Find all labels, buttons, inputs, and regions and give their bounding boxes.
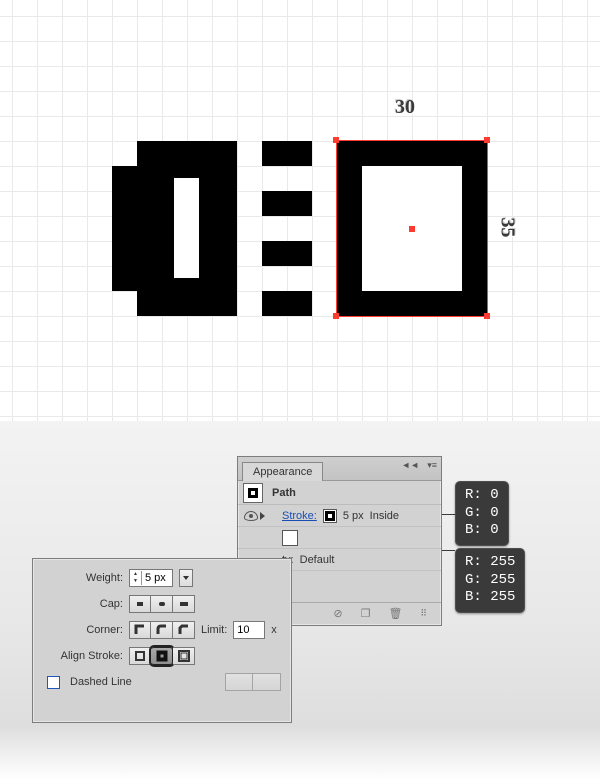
weight-dropdown[interactable] <box>179 569 193 587</box>
align-outside-icon <box>177 649 191 663</box>
corner-miter-icon <box>133 623 147 637</box>
align-center-button[interactable] <box>129 647 151 665</box>
corner-round-icon <box>155 623 169 637</box>
stroke-color-swatch[interactable] <box>323 509 337 523</box>
stroke-align-value: Inside <box>370 510 399 522</box>
weight-label: Weight: <box>43 572 123 584</box>
stroke-link[interactable]: Stroke: <box>282 510 317 522</box>
selection-handle[interactable] <box>484 313 490 319</box>
cap-square-icon <box>177 597 191 611</box>
trash-icon[interactable]: 🗑 <box>388 607 402 620</box>
dimension-height: 35 <box>496 218 519 238</box>
cap-round-button[interactable] <box>151 595 173 613</box>
corner-bevel-button[interactable] <box>173 621 195 639</box>
shape-segment <box>262 241 312 266</box>
cap-group <box>129 595 195 613</box>
align-inside-button[interactable] <box>151 647 173 665</box>
object-thumb <box>244 484 262 502</box>
fill-color-swatch[interactable] <box>282 530 298 546</box>
corner-label: Corner: <box>43 624 123 636</box>
dashed-line-label: Dashed Line <box>70 676 132 688</box>
shape-segment <box>262 191 312 216</box>
rgb-stroke-b: B: 0 <box>465 522 499 540</box>
no-icon[interactable]: ⊘ <box>333 607 342 620</box>
cap-butt-button[interactable] <box>129 595 151 613</box>
corner-round-button[interactable] <box>151 621 173 639</box>
selection-center[interactable] <box>409 226 415 232</box>
limit-input[interactable] <box>233 621 265 639</box>
visibility-icon[interactable] <box>244 509 258 523</box>
cap-label: Cap: <box>43 598 123 610</box>
corner-group <box>129 621 195 639</box>
stroke-weight-value: 5 px <box>343 510 364 522</box>
stepper-up-icon[interactable]: ▲ <box>130 571 141 578</box>
dashed-line-checkbox[interactable] <box>47 676 60 689</box>
shape-cap <box>112 166 137 291</box>
object-label: Path <box>272 487 296 499</box>
artwork-stage <box>112 141 490 316</box>
appearance-object-row[interactable]: Path <box>238 481 441 505</box>
align-center-icon <box>133 649 147 663</box>
shape-segment <box>262 141 312 166</box>
rgb-fill-r: R: 255 <box>465 554 515 572</box>
duplicate-icon[interactable]: ❐ <box>361 607 371 620</box>
selection-handle[interactable] <box>484 137 490 143</box>
artboard-canvas[interactable]: 30 35 <box>0 0 600 421</box>
rgb-fill-b: B: 255 <box>465 589 515 607</box>
tab-appearance[interactable]: Appearance <box>242 462 323 481</box>
disclosure-icon[interactable] <box>260 512 265 520</box>
weight-stepper[interactable]: ▲▼ <box>129 569 173 587</box>
selection-handle[interactable] <box>333 313 339 319</box>
align-stroke-label: Align Stroke: <box>43 650 123 662</box>
corner-miter-button[interactable] <box>129 621 151 639</box>
panels-area: R: 0 G: 0 B: 0 R: 255 G: 255 B: 255 Appe… <box>0 421 600 780</box>
align-outside-button[interactable] <box>173 647 195 665</box>
dash-option-button[interactable] <box>253 673 281 691</box>
rgb-fill-g: G: 255 <box>465 572 515 590</box>
weight-input[interactable] <box>142 572 172 584</box>
align-inside-icon <box>155 649 169 663</box>
stroke-panel[interactable]: Weight: ▲▼ Cap: Corner: Limit: <box>32 558 292 723</box>
rgb-stroke-g: G: 0 <box>465 505 499 523</box>
appearance-fill-row[interactable] <box>238 527 441 549</box>
cap-square-button[interactable] <box>173 595 195 613</box>
dimension-width: 30 <box>395 96 415 119</box>
selection-handle[interactable] <box>333 137 339 143</box>
corner-bevel-icon <box>177 623 191 637</box>
panel-menu-icon[interactable]: ▾≡ <box>427 460 437 471</box>
stepper-down-icon[interactable]: ▼ <box>130 578 141 585</box>
shape-segment <box>262 291 312 316</box>
panel-collapse-icon[interactable]: ◄◄ <box>401 460 419 471</box>
rgb-fill-tag: R: 255 G: 255 B: 255 <box>455 548 525 613</box>
cap-round-icon <box>155 597 169 611</box>
rgb-stroke-r: R: 0 <box>465 487 499 505</box>
resize-grip-icon[interactable]: ⠿ <box>420 608 427 619</box>
dash-option-button[interactable] <box>225 673 253 691</box>
rgb-stroke-tag: R: 0 G: 0 B: 0 <box>455 481 509 546</box>
cap-butt-icon <box>133 597 147 611</box>
limit-label: Limit: <box>201 624 227 636</box>
limit-suffix: x <box>271 624 277 636</box>
panel-tabbar: Appearance ◄◄ ▾≡ <box>238 457 441 481</box>
dash-options-group <box>225 673 281 691</box>
opacity-value: Default <box>300 554 335 566</box>
appearance-stroke-row[interactable]: Stroke: 5 px Inside <box>238 505 441 527</box>
shape-cutout <box>174 178 199 278</box>
align-stroke-group <box>129 647 195 665</box>
